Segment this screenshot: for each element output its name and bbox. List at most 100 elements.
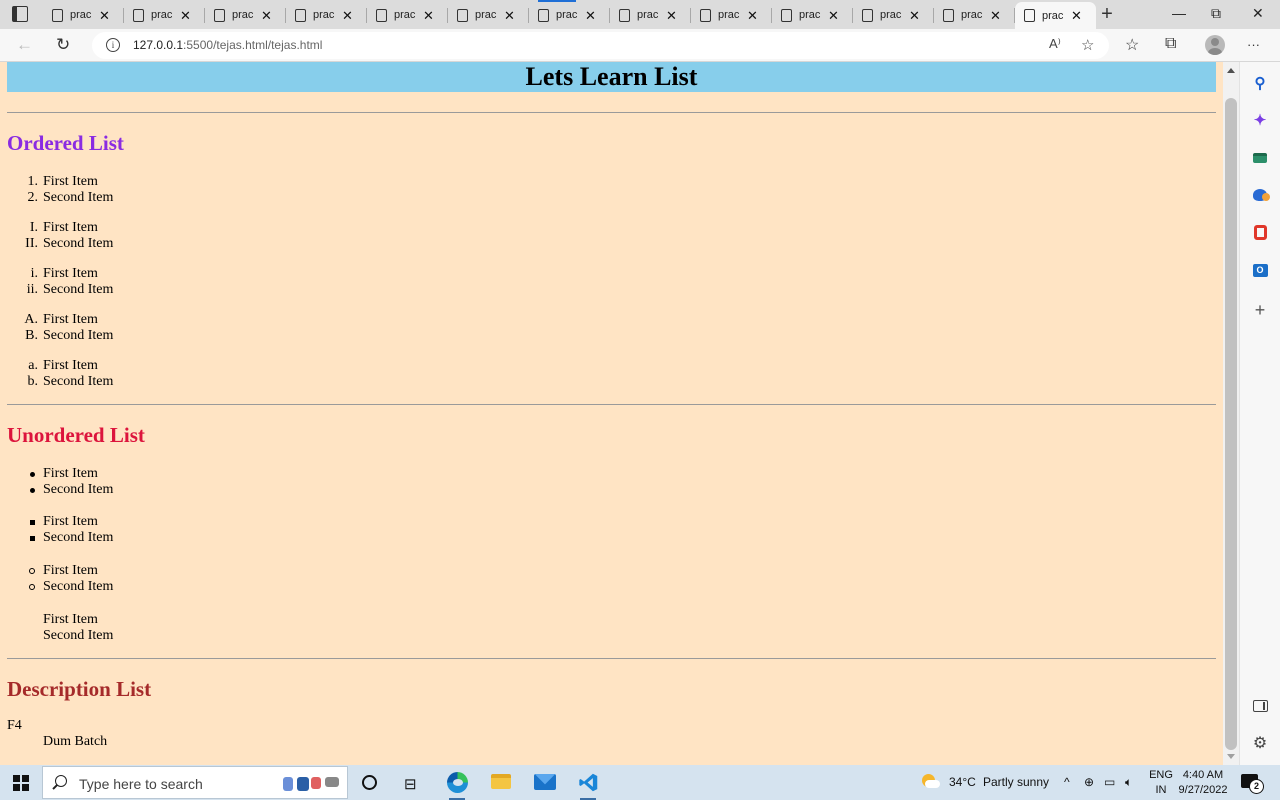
scroll-down-arrow[interactable] (1227, 754, 1235, 759)
add-icon[interactable]: + (1251, 300, 1269, 320)
start-button[interactable] (13, 775, 29, 791)
outlook-icon[interactable]: O (1251, 261, 1269, 279)
description-list-heading: Description List (7, 677, 152, 701)
page-icon (538, 8, 549, 22)
tab-close-button[interactable]: ✕ (990, 9, 1001, 22)
browser-tab[interactable]: prac ✕ (1015, 2, 1096, 29)
list-item-text: First Item (43, 612, 98, 627)
site-info-icon[interactable]: i (106, 38, 120, 52)
list-item: First Item (0, 563, 113, 579)
read-aloud-icon[interactable]: A⁾ (1049, 36, 1061, 52)
refresh-icon[interactable]: ↻ (56, 35, 70, 55)
restore-button[interactable]: ⧉ (1211, 5, 1221, 22)
tab-close-button[interactable]: ✕ (504, 9, 515, 22)
tab-close-button[interactable]: ✕ (261, 9, 272, 22)
list-item-text: First Item (43, 563, 98, 578)
weather-temp[interactable]: 34°C (949, 775, 976, 789)
url-text[interactable]: 127.0.0.1:5500/tejas.html/tejas.html (133, 38, 322, 52)
list-item-text: First Item (43, 312, 98, 327)
ordered-list-lower-alpha: a. First Item b. Second Item (0, 358, 114, 390)
minimize-button[interactable]: — (1172, 5, 1186, 21)
description-definition: Dum Batch (43, 734, 108, 749)
vscode-icon[interactable] (568, 765, 608, 800)
tab-title: prac (151, 9, 173, 21)
volume-icon[interactable]: 🔈︎ (1125, 775, 1132, 790)
favorite-add-icon[interactable]: ☆ (1081, 36, 1094, 54)
office-icon[interactable] (1251, 223, 1269, 241)
mail-icon[interactable] (525, 765, 565, 800)
search-highlight-icon (283, 773, 343, 793)
browser-tab[interactable]: prac ✕ (448, 2, 529, 28)
browser-tab[interactable]: prac ✕ (853, 2, 934, 28)
address-bar[interactable]: i 127.0.0.1:5500/tejas.html/tejas.html A… (92, 32, 1109, 59)
list-marker: I. (29, 220, 38, 235)
copilot-icon[interactable]: ✦ (1251, 111, 1269, 129)
new-tab-button[interactable]: + (1097, 3, 1117, 26)
tab-close-button[interactable]: ✕ (909, 9, 920, 22)
tab-close-button[interactable]: ✕ (585, 9, 596, 22)
hide-sidebar-icon[interactable] (1251, 697, 1269, 715)
tab-title: prac (799, 9, 821, 21)
more-icon[interactable]: ··· (1247, 37, 1260, 52)
clock[interactable]: 4:40 AM 9/27/2022 (1177, 768, 1229, 798)
scroll-thumb[interactable] (1225, 98, 1237, 750)
browser-tab[interactable]: prac ✕ (610, 2, 691, 28)
taskbar-search[interactable]: Type here to search (42, 766, 348, 799)
tab-close-button[interactable]: ✕ (828, 9, 839, 22)
tab-title: prac (70, 9, 92, 21)
tab-close-button[interactable]: ✕ (747, 9, 758, 22)
tab-close-button[interactable]: ✕ (342, 9, 353, 22)
profile-icon[interactable] (1205, 35, 1225, 55)
ordered-list-upper-roman: I. First Item II. Second Item (0, 220, 113, 252)
list-marker: II. (25, 236, 38, 251)
weather-text[interactable]: Partly sunny (983, 775, 1049, 789)
scroll-up-arrow[interactable] (1227, 68, 1235, 73)
shopping-icon[interactable] (1251, 149, 1269, 167)
unordered-list-circle: First Item Second Item (0, 563, 113, 595)
tab-actions-icon[interactable] (12, 6, 28, 22)
cortana-icon[interactable] (362, 775, 377, 790)
list-item: 2. Second Item (0, 190, 114, 206)
list-item-text: First Item (43, 514, 98, 529)
browser-tab[interactable]: prac ✕ (124, 2, 205, 28)
list-marker: ii. (26, 282, 38, 297)
tab-close-button[interactable]: ✕ (423, 9, 434, 22)
ordered-list-decimal: 1. First Item 2. Second Item (0, 174, 114, 206)
task-view-icon[interactable]: ⊟ (404, 775, 417, 793)
network-icon[interactable]: ▭ (1104, 775, 1115, 789)
show-hidden-icons[interactable]: ^ (1064, 775, 1070, 789)
tab-close-button[interactable]: ✕ (180, 9, 191, 22)
browser-tab[interactable]: prac ✕ (367, 2, 448, 28)
browser-tab[interactable]: prac ✕ (286, 2, 367, 28)
browser-tab[interactable]: prac ✕ (772, 2, 853, 28)
favorites-icon[interactable]: ☆ (1125, 35, 1139, 55)
browser-tab[interactable]: prac ✕ (43, 2, 124, 28)
settings-icon[interactable]: ⚙ (1251, 734, 1269, 752)
browser-tab[interactable]: prac ✕ (205, 2, 286, 28)
games-icon[interactable] (1251, 186, 1270, 204)
divider (7, 112, 1216, 113)
back-icon[interactable]: ← (16, 35, 33, 55)
search-icon[interactable]: ⚲ (1251, 74, 1269, 92)
browser-tab[interactable]: prac ✕ (934, 2, 1015, 28)
tab-close-button[interactable]: ✕ (666, 9, 677, 22)
close-window-button[interactable]: ✕ (1252, 5, 1264, 22)
tab-title: prac (637, 9, 659, 21)
browser-tab[interactable]: prac ✕ (691, 2, 772, 28)
list-marker: B. (25, 328, 38, 343)
divider (7, 658, 1216, 659)
notifications-icon[interactable] (1241, 774, 1264, 794)
meet-now-icon[interactable]: ⊕ (1084, 775, 1094, 789)
file-explorer-icon[interactable] (481, 765, 521, 800)
list-marker: a. (28, 358, 38, 373)
tab-close-button[interactable]: ✕ (99, 9, 110, 22)
tab-close-button[interactable]: ✕ (1071, 9, 1082, 22)
page-scrollbar[interactable] (1223, 62, 1239, 765)
weather-icon[interactable] (921, 774, 940, 788)
list-item-text: Second Item (43, 328, 114, 343)
browser-tab[interactable]: prac ✕ (529, 2, 610, 28)
edge-app-icon[interactable] (437, 765, 477, 800)
language-indicator[interactable]: ENG IN (1148, 768, 1174, 798)
collections-icon[interactable]: ⧉ (1165, 35, 1176, 53)
list-item: A. First Item (0, 312, 113, 328)
